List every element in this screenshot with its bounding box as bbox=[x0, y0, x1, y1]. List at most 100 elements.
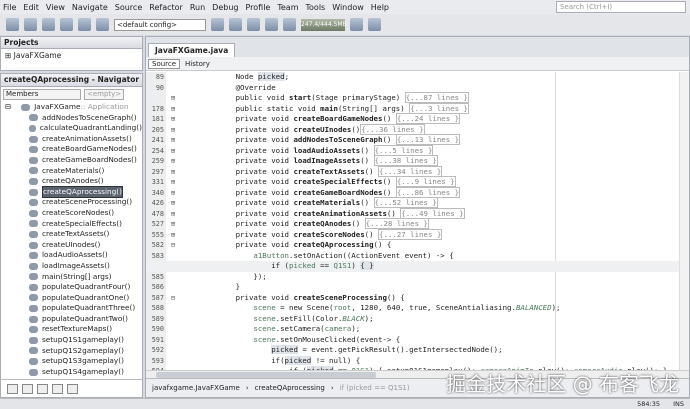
fold-toggle[interactable]: ⊞ bbox=[166, 167, 180, 178]
new-project-icon[interactable] bbox=[24, 18, 37, 31]
profile-icon[interactable] bbox=[283, 18, 296, 31]
menu-edit[interactable]: Edit bbox=[23, 3, 39, 12]
fold-toggle[interactable]: ⊞ bbox=[166, 230, 180, 241]
navigator-member[interactable]: populateQuadrantOne() bbox=[5, 293, 142, 304]
take-snapshot-icon[interactable] bbox=[368, 18, 381, 31]
fold-toggle[interactable] bbox=[166, 282, 180, 293]
menu-file[interactable]: File bbox=[3, 3, 16, 12]
sort-icon[interactable] bbox=[67, 383, 78, 394]
menu-source[interactable]: Source bbox=[115, 3, 142, 12]
fold-toggle[interactable] bbox=[166, 356, 180, 367]
navigator-member[interactable]: createMaterials() bbox=[5, 166, 142, 177]
fold-toggle[interactable] bbox=[166, 335, 180, 346]
vertical-scrollbar[interactable] bbox=[679, 72, 689, 380]
menu-window[interactable]: Window bbox=[332, 3, 364, 12]
fold-toggle[interactable] bbox=[166, 314, 180, 325]
empty-select[interactable]: <empty> bbox=[84, 89, 124, 100]
fold-toggle[interactable]: ⊞ bbox=[166, 114, 180, 125]
navigator-member[interactable]: populateQuadrantFour() bbox=[5, 282, 142, 293]
save-all-icon[interactable] bbox=[60, 18, 73, 31]
fold-toggle[interactable]: ⊞ bbox=[166, 219, 180, 230]
menu-refactor[interactable]: Refactor bbox=[149, 3, 183, 12]
filter-static-icon[interactable] bbox=[22, 383, 33, 394]
navigator-member[interactable]: resetTextureMaps() bbox=[5, 324, 142, 335]
fold-toggle[interactable] bbox=[166, 303, 180, 314]
undo-icon[interactable] bbox=[78, 18, 91, 31]
breadcrumb-item[interactable]: createQAprocessing bbox=[255, 384, 325, 392]
fold-toggle[interactable]: ⊞ bbox=[166, 177, 180, 188]
navigator-member[interactable]: loadImageAssets() bbox=[5, 261, 142, 272]
run-icon[interactable] bbox=[247, 18, 260, 31]
menu-debug[interactable]: Debug bbox=[212, 3, 238, 12]
config-select[interactable]: <default config> bbox=[114, 18, 206, 31]
navigator-member[interactable]: calculateQuadrantLanding() bbox=[5, 123, 142, 134]
menu-help[interactable]: Help bbox=[371, 3, 389, 12]
menu-profile[interactable]: Profile bbox=[245, 3, 270, 12]
breadcrumb-item[interactable]: if (picked == Q1S1) bbox=[340, 384, 410, 392]
menu-tools[interactable]: Tools bbox=[306, 3, 326, 12]
navigator-member[interactable]: createBoardGameNodes() bbox=[5, 144, 142, 155]
navigator-member[interactable]: createScoreNodes() bbox=[5, 208, 142, 219]
fold-toggle[interactable] bbox=[166, 83, 180, 94]
fold-toggle[interactable]: ⊟ bbox=[166, 293, 180, 304]
fold-toggle[interactable]: ⊞ bbox=[166, 135, 180, 146]
menu-run[interactable]: Run bbox=[190, 3, 205, 12]
fold-toggle[interactable] bbox=[166, 272, 180, 283]
fold-toggle[interactable]: ⊞ bbox=[166, 198, 180, 209]
history-button[interactable]: History bbox=[182, 60, 213, 68]
fold-toggle[interactable] bbox=[166, 324, 180, 335]
breadcrumb-item[interactable]: javafxgame.JavaFXGame bbox=[152, 384, 240, 392]
fold-toggle[interactable]: ⊞ bbox=[166, 93, 180, 104]
navigator-member[interactable]: main(String[] args) bbox=[5, 272, 142, 283]
navigator-member[interactable]: populateQuadrantTwo() bbox=[5, 314, 142, 325]
fold-toggle[interactable]: ⊞ bbox=[166, 104, 180, 115]
tab-javafxgame-java[interactable]: JavaFXGame.java bbox=[148, 43, 236, 57]
fold-toggle[interactable]: ⊞ bbox=[166, 209, 180, 220]
fold-toggle[interactable] bbox=[166, 261, 180, 272]
menu-view[interactable]: View bbox=[46, 3, 65, 12]
navigator-member[interactable]: setupQ1S1gameplay() bbox=[5, 335, 142, 346]
open-project-icon[interactable] bbox=[42, 18, 55, 31]
redo-icon[interactable] bbox=[96, 18, 109, 31]
memory-indicator[interactable]: 247.4/444.5MB bbox=[301, 18, 347, 31]
navigator-member[interactable]: createSpecialEffects() bbox=[5, 219, 142, 230]
navigator-member[interactable]: createSceneProcessing() bbox=[5, 197, 142, 208]
fold-toggle[interactable] bbox=[166, 345, 180, 356]
tree-root[interactable]: ⊟ JavaFXGame :: Application bbox=[5, 102, 142, 113]
filter-nonpublic-icon[interactable] bbox=[37, 383, 48, 394]
navigator-member[interactable]: createTextAssets() bbox=[5, 229, 142, 240]
code-area[interactable]: 89 Node picked; 90 @Override ⊞ public void… bbox=[146, 72, 679, 380]
fold-toggle[interactable]: ⊞ bbox=[166, 125, 180, 136]
project-item[interactable]: JavaFXGame bbox=[14, 51, 62, 60]
navigator-member[interactable]: createGameBoardNodes() bbox=[5, 155, 142, 166]
source-button[interactable]: Source bbox=[148, 58, 181, 69]
search-input[interactable]: Search (Ctrl+I) bbox=[556, 1, 686, 13]
fold-toggle[interactable] bbox=[166, 72, 180, 83]
build-icon[interactable] bbox=[211, 18, 224, 31]
menu-team[interactable]: Team bbox=[277, 3, 298, 12]
clean-build-icon[interactable] bbox=[229, 18, 242, 31]
navigator-header[interactable]: createQAprocessing - Navigator bbox=[1, 74, 142, 87]
navigator-member[interactable]: createQAprocessing() bbox=[5, 185, 142, 199]
gc-icon[interactable] bbox=[350, 18, 363, 31]
navigator-member[interactable]: setupQ1S3gameplay() bbox=[5, 356, 142, 367]
fold-toggle[interactable]: ⊞ bbox=[166, 188, 180, 199]
fold-toggle[interactable]: ⊟ bbox=[166, 240, 180, 251]
filter-inherited-icon[interactable] bbox=[52, 383, 63, 394]
debug-icon[interactable] bbox=[265, 18, 278, 31]
navigator-member[interactable]: createUInodes() bbox=[5, 240, 142, 251]
fold-toggle[interactable]: ⊞ bbox=[166, 156, 180, 167]
new-file-icon[interactable] bbox=[6, 18, 19, 31]
projects-header[interactable]: Projects bbox=[0, 36, 143, 49]
navigator-member[interactable]: createAnimationAssets() bbox=[5, 134, 142, 145]
fold-toggle[interactable] bbox=[166, 251, 180, 262]
navigator-member[interactable]: populateQuadrantThree() bbox=[5, 303, 142, 314]
members-filter-select[interactable]: Members bbox=[3, 89, 81, 100]
navigator-member[interactable]: addNodesToSceneGraph() bbox=[5, 113, 142, 124]
navigator-member[interactable]: setupQ1S2gameplay() bbox=[5, 346, 142, 357]
fold-toggle[interactable]: ⊞ bbox=[166, 146, 180, 157]
filter-fields-icon[interactable] bbox=[7, 383, 18, 394]
menu-navigate[interactable]: Navigate bbox=[72, 3, 108, 12]
navigator-member[interactable]: loadAudioAssets() bbox=[5, 250, 142, 261]
navigator-member[interactable]: setupQ1S4gameplay() bbox=[5, 367, 142, 378]
